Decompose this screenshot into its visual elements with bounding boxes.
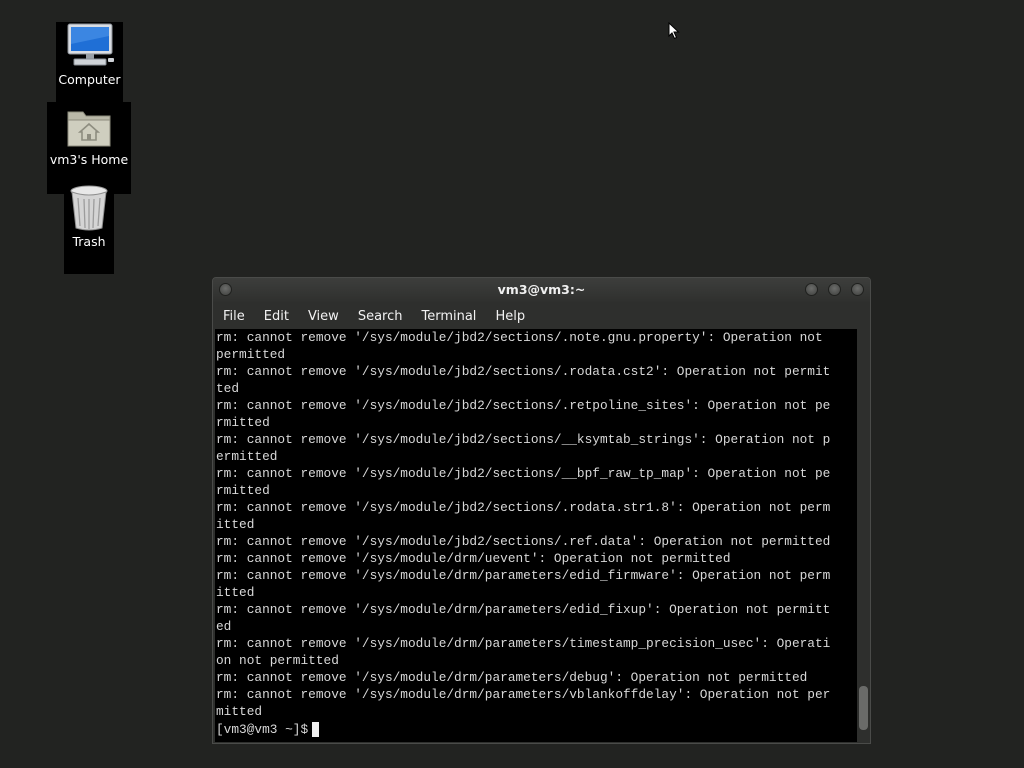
menu-view[interactable]: View [308,309,339,324]
maximize-button[interactable] [828,283,841,296]
menu-file[interactable]: File [223,309,245,324]
terminal-line: rm: cannot remove '/sys/module/drm/param… [216,670,808,685]
terminal-line: ted [216,381,240,396]
vertical-scrollbar[interactable] [858,329,869,742]
terminal-line: rm: cannot remove '/sys/module/drm/param… [216,602,831,617]
desktop-icon-label: Computer [58,72,121,87]
home-folder-icon [67,111,111,147]
prompt-line[interactable]: [vm3@vm3 ~]$ [215,721,857,738]
desktop-icon-computer[interactable]: Computer [56,22,123,102]
trash-icon [70,185,108,231]
terminal-window[interactable]: vm3@vm3:~ File Edit View Search Terminal… [212,277,871,744]
terminal-line: rm: cannot remove '/sys/module/jbd2/sect… [216,432,831,447]
scrollbar-thumb[interactable] [859,686,868,730]
terminal-line: rm: cannot remove '/sys/module/jbd2/sect… [216,466,831,481]
terminal-line: rmitted [216,415,270,430]
terminal-output[interactable]: rm: cannot remove '/sys/module/jbd2/sect… [215,329,857,742]
terminal-line: itted [216,517,255,532]
terminal-line: rm: cannot remove '/sys/module/jbd2/sect… [216,364,831,379]
text-cursor [312,722,320,737]
terminal-line: rm: cannot remove '/sys/module/drm/param… [216,687,831,702]
terminal-line: ermitted [216,449,278,464]
terminal-line: rm: cannot remove '/sys/module/drm/param… [216,636,831,651]
menu-search[interactable]: Search [358,309,403,324]
terminal-line: rm: cannot remove '/sys/module/jbd2/sect… [216,398,831,413]
mouse-pointer-icon [668,22,680,40]
terminal-line: on not permitted [216,653,339,668]
window-title: vm3@vm3:~ [497,282,586,297]
terminal-line: rm: cannot remove '/sys/module/jbd2/sect… [216,330,823,345]
minimize-button[interactable] [805,283,818,296]
menu-edit[interactable]: Edit [264,309,289,324]
terminal-line: mitted [216,704,263,719]
terminal-line: permitted [216,347,286,362]
menu-help[interactable]: Help [495,309,525,324]
desktop-icon-label: Trash [72,234,106,249]
close-button[interactable] [851,283,864,296]
terminal-line: rm: cannot remove '/sys/module/jbd2/sect… [216,534,831,549]
terminal-line: rmitted [216,483,270,498]
menu-bar: File Edit View Search Terminal Help [213,304,870,328]
desktop-icon-home[interactable]: vm3's Home [47,102,131,194]
terminal-line: rm: cannot remove '/sys/module/drm/param… [216,568,831,583]
shell-prompt: [vm3@vm3 ~]$ [216,722,309,737]
desktop-icon-trash[interactable]: Trash [64,184,114,274]
terminal-line: itted [216,585,255,600]
terminal-line: rm: cannot remove '/sys/module/drm/ueven… [216,551,731,566]
title-bar[interactable]: vm3@vm3:~ [213,278,870,302]
terminal-line: ed [216,619,232,634]
computer-icon [67,23,114,66]
desktop-icon-label: vm3's Home [49,152,129,167]
terminal-line: rm: cannot remove '/sys/module/jbd2/sect… [216,500,831,515]
menu-terminal[interactable]: Terminal [421,309,476,324]
